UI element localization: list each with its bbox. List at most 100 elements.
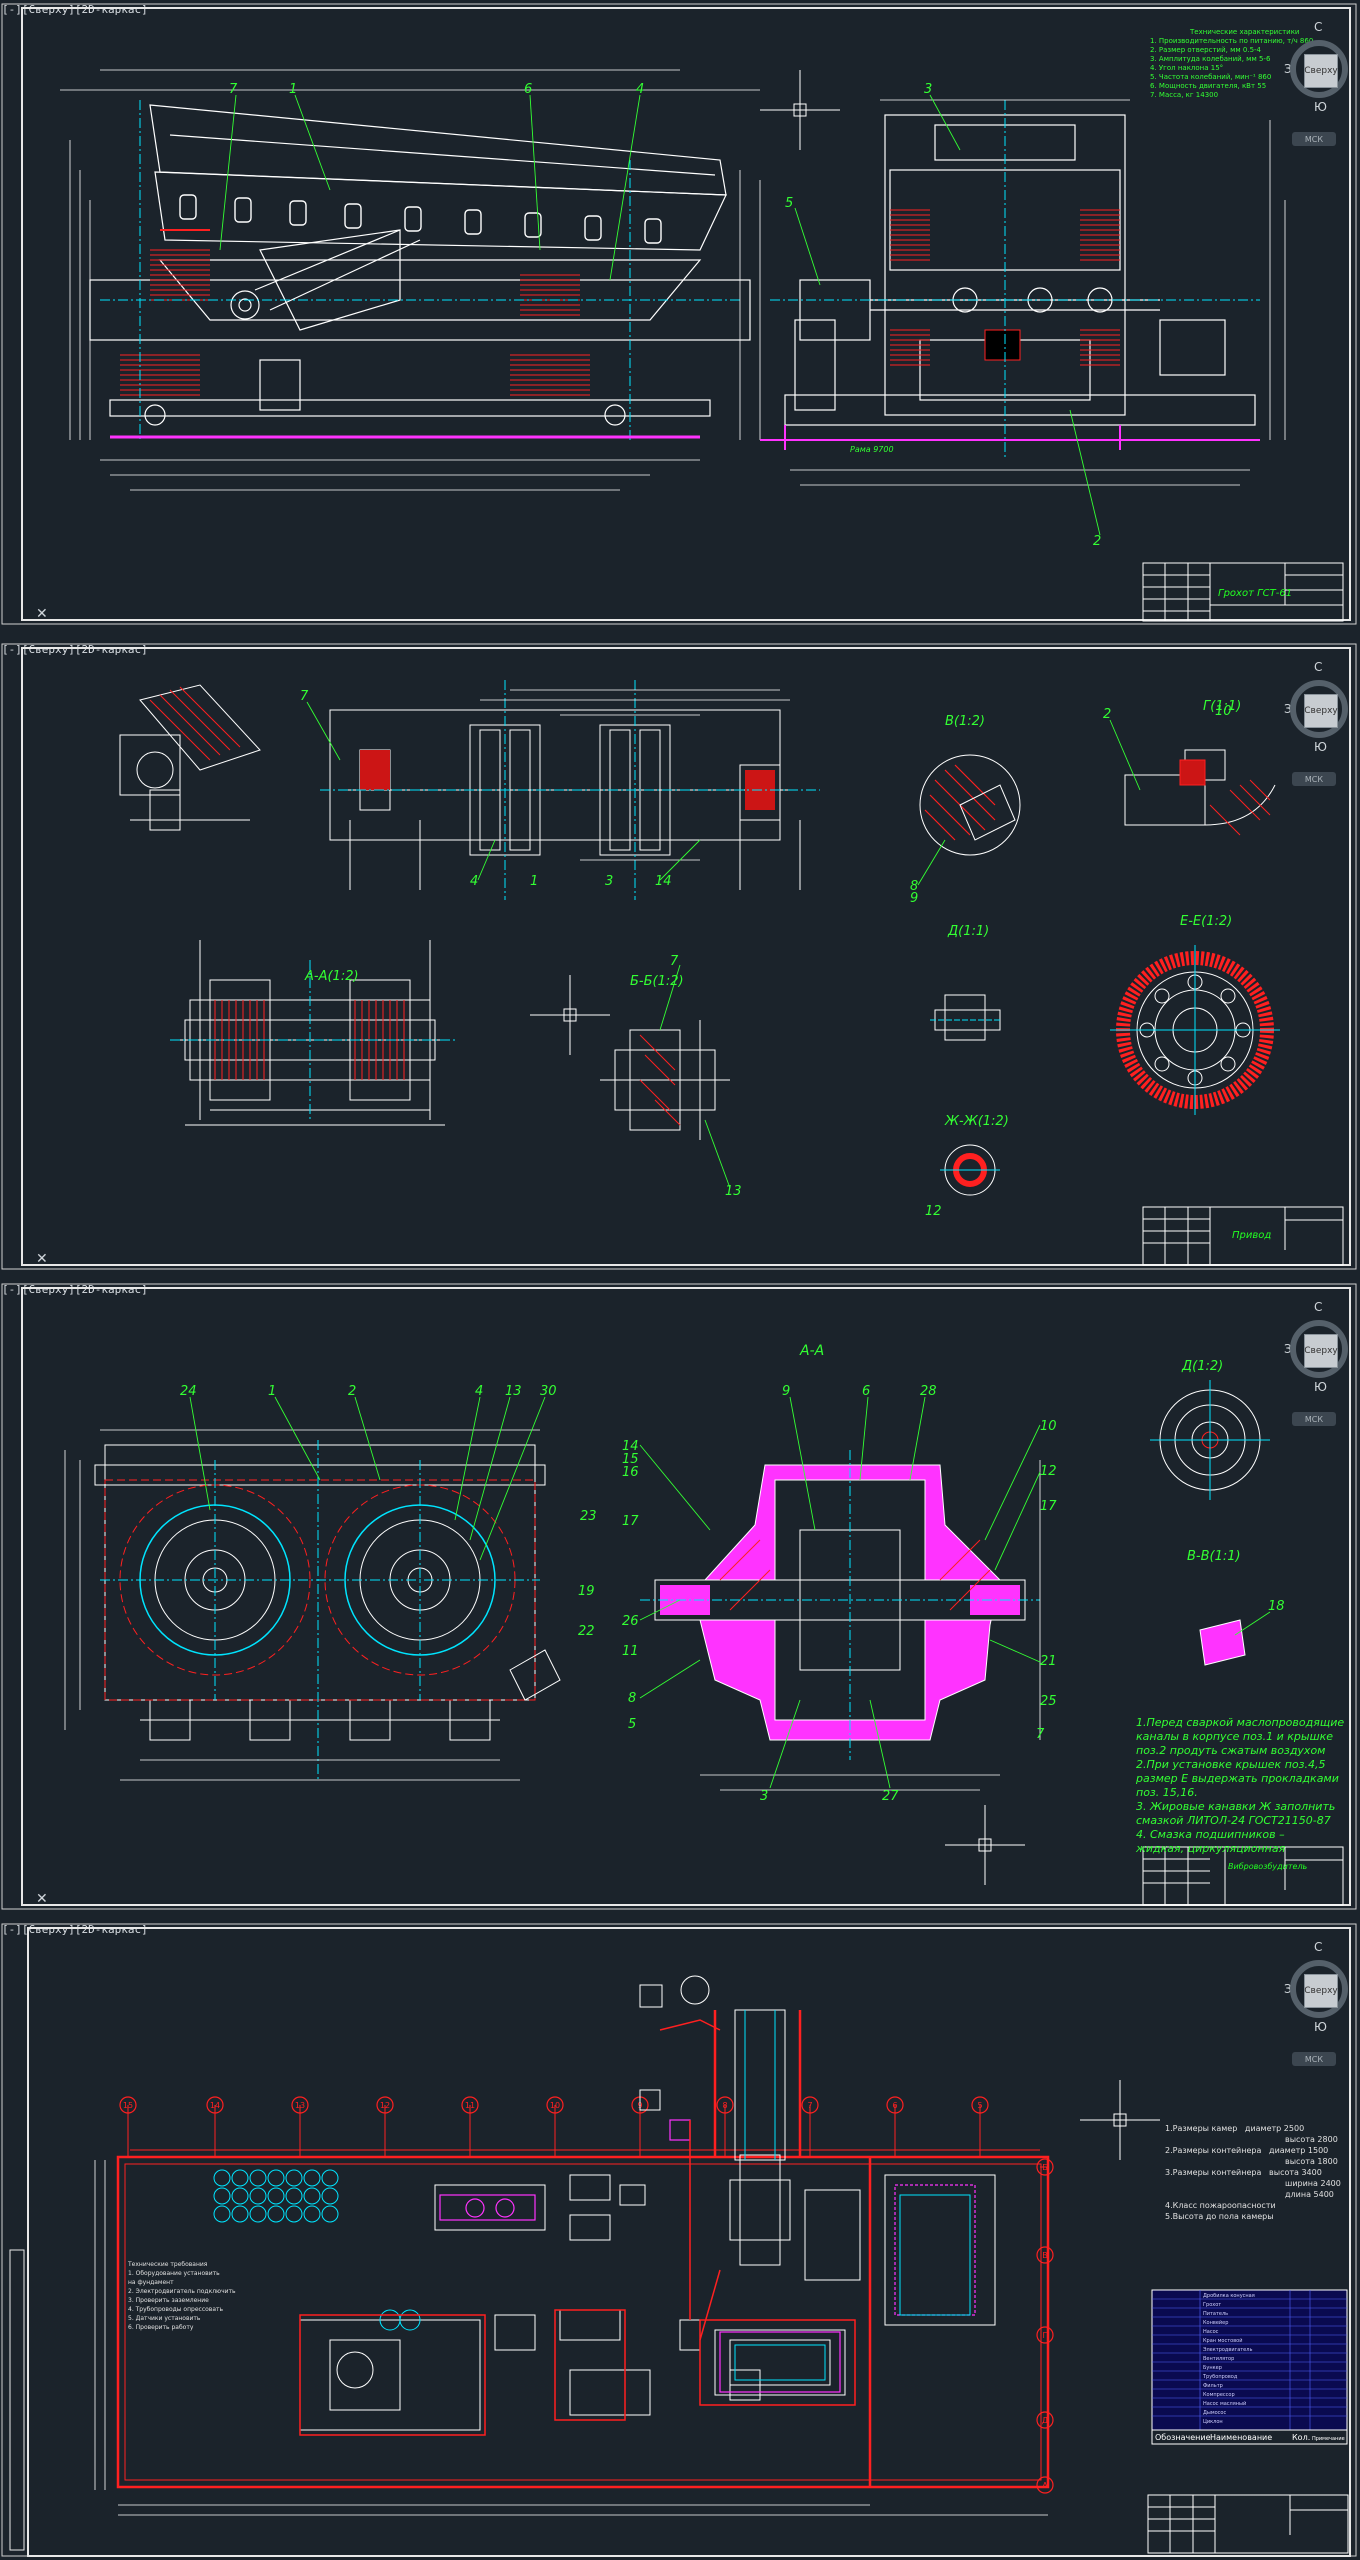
svg-text:13: 13 [295,2101,305,2110]
sheet-drive: [-][Сверху][2D-каркас] ✕ В(1:2) Г(1:1) А… [0,640,1360,1280]
callout-3: 3 [924,82,932,97]
callout-6: 6 [524,82,532,97]
callout-4: 4 [636,82,644,97]
svg-text:11: 11 [465,2101,475,2110]
svg-text:12: 12 [380,2101,390,2110]
svg-text:8: 8 [722,2101,727,2110]
svg-text:28: 28 [920,1384,937,1399]
vibrator-front-view [94,1444,546,1741]
svg-text:16: 16 [622,1465,639,1480]
drawing-canvas: 15 14 13 12 11 10 9 8 7 6 5 БВГДА Дробил… [1,1923,1357,2557]
viewcube-face-top[interactable]: Сверху [1304,1334,1338,1368]
svg-text:7: 7 [670,954,679,969]
svg-text:19: 19 [578,1584,595,1599]
section-aa [180,940,445,1126]
plan-dimensions [94,2160,1048,2516]
drawing-canvas: ✕ [1,643,1357,1270]
tank-array [213,2169,339,2223]
section-zhzh [940,1144,1000,1196]
svg-text:21: 21 [1040,1654,1057,1669]
ucs-menu-button[interactable]: МСК [1292,2052,1336,2066]
svg-text:17: 17 [622,1514,639,1529]
svg-text:1: 1 [268,1384,276,1399]
cursor-crosshair [760,70,840,150]
svg-text:23: 23 [580,1509,597,1524]
tech-characteristics: Технические характеристики 1. Производит… [1150,28,1314,99]
view-label-bb: Б-Б(1:2) [630,974,684,989]
viewcube-face-top[interactable]: Сверху [1304,694,1338,728]
drive-assembly [329,709,801,890]
svg-text:7: 7 [1036,1727,1045,1742]
view-label-zhzh: Ж-Ж(1:2) [944,1114,1009,1129]
svg-text:Конвейер: Конвейер [1203,2319,1228,2326]
svg-text:Наименование: Наименование [1210,2433,1272,2442]
svg-text:Д: Д [1042,2416,1048,2425]
callout-5: 5 [785,196,793,211]
equipment-blocks [299,1975,996,2431]
sheet-plant-layout: [-][Сверху][2D-каркас] 15 14 13 12 11 10 9 8 7 6 5… [0,1920,1360,2560]
view-label-ee: Е-Е(1:2) [1180,914,1232,929]
springs-side [120,229,590,396]
svg-text:5: 5 [977,2101,982,2110]
technical-notes: 1.Перед сваркой маслопроводящие каналы в … [1136,1716,1345,1855]
svg-text:✕: ✕ [36,1251,48,1267]
vibrator-section-aa [640,1450,1041,1791]
viewcube[interactable]: С З Ю Сверху МСК [1284,20,1356,170]
svg-text:Фильтр: Фильтр [1203,2383,1223,2389]
svg-text:Обозначение: Обозначение [1155,2433,1211,2442]
title-block-name: Грохот ГСТ-61 [1218,588,1293,599]
svg-text:4: 4 [470,874,478,889]
svg-text:Вентилятор: Вентилятор [1203,2356,1234,2362]
svg-text:Б: Б [1042,2163,1048,2172]
svg-text:7: 7 [300,689,309,704]
svg-text:6: 6 [892,2101,897,2110]
ucs-menu-button[interactable]: МСК [1292,1412,1336,1426]
svg-text:Питатель: Питатель [1203,2311,1228,2317]
sheet-vibrator: [-][Сверху][2D-каркас] ✕ 24 1 2 4 13 30 … [0,1280,1360,1920]
base-label: Рама 9700 [850,445,894,454]
svg-text:24: 24 [180,1384,197,1399]
dimensions-end [790,99,1286,486]
svg-text:Примечание: Примечание [1312,2436,1345,2442]
viewcube-face-top[interactable]: Сверху [1304,1974,1338,2008]
title-block-name: Вибровозбудитель [1228,1862,1308,1871]
svg-text:25: 25 [1040,1694,1057,1709]
svg-text:Кран мостовой: Кран мостовой [1203,2337,1242,2344]
viewcube[interactable]: С З Ю Сверху МСК [1284,1300,1356,1450]
viewcube-face-top[interactable]: Сверху [1304,54,1338,88]
detail-d [934,994,1001,1041]
ucs-menu-button[interactable]: МСК [1292,132,1336,146]
svg-text:30: 30 [540,1384,557,1399]
svg-text:3: 3 [605,874,613,889]
view-label-v: В(1:2) [945,714,985,729]
svg-text:18: 18 [1268,1599,1285,1614]
svg-text:8: 8 [628,1691,636,1706]
detail-d-flange [1150,1380,1270,1500]
section-bb [600,1020,730,1140]
svg-text:В: В [1042,2251,1048,2260]
svg-text:1: 1 [530,874,538,889]
screen-end-view [784,114,1256,426]
view-label-vv: В-В(1:1) [1187,1549,1241,1564]
svg-text:17: 17 [1040,1499,1057,1514]
svg-text:11: 11 [622,1644,639,1659]
svg-text:Электродвигатель: Электродвигатель [1203,2347,1252,2353]
svg-text:Кол.: Кол. [1292,2433,1310,2442]
viewcube[interactable]: С З Ю Сверху МСК [1284,1940,1356,2090]
detail-v [919,754,1021,856]
section-title-aa: А-А [799,1343,824,1359]
svg-text:12: 12 [1040,1464,1057,1479]
viewcube[interactable]: С З Ю Сверху МСК [1284,660,1356,810]
svg-text:✕: ✕ [36,1891,48,1907]
title-block-name: Привод [1232,1230,1272,1241]
view-label-aa: А-А(1:2) [304,969,359,984]
cursor-crosshair [530,975,610,1055]
svg-text:2: 2 [1103,707,1111,722]
view-label-d: Д(1:2) [1181,1359,1223,1374]
ucs-menu-button[interactable]: МСК [1292,772,1336,786]
svg-text:10: 10 [550,2101,560,2110]
svg-text:Г: Г [1043,2331,1048,2340]
callout-2: 2 [1093,534,1101,549]
equipment-magenta [439,2119,976,2393]
svg-text:2: 2 [348,1384,356,1399]
